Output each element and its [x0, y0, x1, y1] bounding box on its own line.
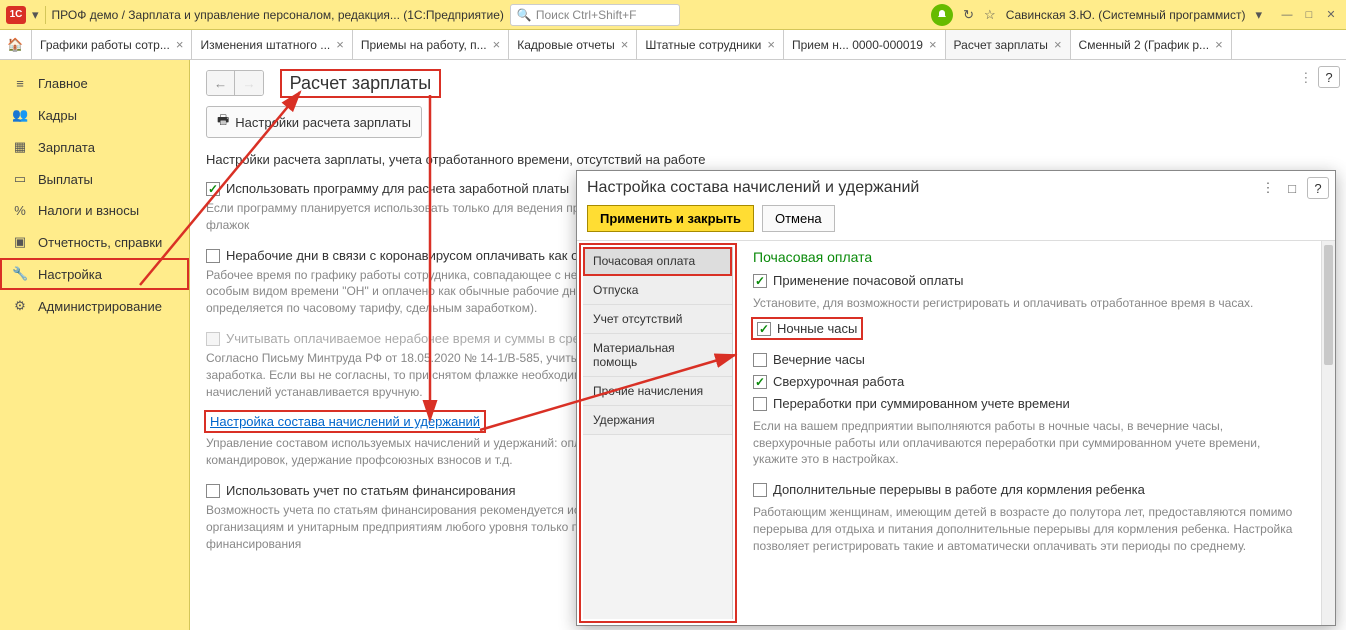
report-icon: ▣: [12, 234, 28, 250]
percent-icon: %: [12, 203, 28, 218]
app-title: ПРОФ демо / Зарплата и управление персон…: [52, 8, 504, 22]
apply-close-button[interactable]: Применить и закрыть: [587, 205, 754, 232]
section-description: Настройки расчета зарплаты, учета отрабо…: [206, 152, 1330, 167]
tab-close-icon[interactable]: ×: [336, 37, 344, 52]
help-text: Если на вашем предприятии выполняются ра…: [753, 418, 1293, 468]
sidebar-item-salary[interactable]: ▦Зарплата: [0, 131, 189, 163]
checkbox-overtime[interactable]: [753, 375, 767, 389]
menu-icon: ≡: [12, 76, 28, 91]
checkbox-night-hours[interactable]: [757, 322, 771, 336]
tab-close-icon[interactable]: ×: [176, 37, 184, 52]
maximize-button[interactable]: □: [1300, 7, 1318, 23]
sidebar: ≡Главное 👥Кадры ▦Зарплата ▭Выплаты %Нало…: [0, 60, 190, 630]
checkbox-feeding-breaks[interactable]: [753, 483, 767, 497]
star-icon[interactable]: ☆: [984, 7, 996, 23]
tab-0[interactable]: Графики работы сотр...×: [32, 30, 192, 59]
tab-5[interactable]: Прием н... 0000-000019×: [784, 30, 946, 59]
minimize-button[interactable]: —: [1278, 7, 1296, 23]
help-button-page[interactable]: ?: [1318, 66, 1340, 88]
sidebar-item-payments[interactable]: ▭Выплаты: [0, 163, 189, 195]
grid-icon: ▦: [12, 139, 28, 155]
modal-title: Настройка состава начислений и удержаний: [587, 179, 1251, 197]
checkbox-evening-hours[interactable]: [753, 353, 767, 367]
tab-close-icon[interactable]: ×: [929, 37, 937, 52]
wrench-icon: 🔧: [12, 266, 28, 282]
scrollbar-thumb[interactable]: [1324, 245, 1333, 365]
sidebar-item-reports[interactable]: ▣Отчетность, справки: [0, 226, 189, 258]
category-material-aid[interactable]: Материальная помощь: [583, 334, 732, 377]
tab-3[interactable]: Кадровые отчеты×: [509, 30, 637, 59]
checkbox-label: Применение почасовой оплаты: [773, 273, 964, 288]
checkbox-summarized-overtime[interactable]: [753, 397, 767, 411]
sidebar-item-settings[interactable]: 🔧Настройка: [0, 258, 189, 290]
settings-salary-button[interactable]: 🖶 Настройки расчета зарплаты: [206, 106, 422, 138]
category-absence[interactable]: Учет отсутствий: [583, 305, 732, 334]
forward-button[interactable]: →: [235, 71, 263, 95]
search-icon: 🔍: [517, 8, 532, 22]
scrollbar-vertical[interactable]: [1321, 241, 1335, 625]
checkbox-hourly-pay[interactable]: [753, 274, 767, 288]
checkbox-covid-days[interactable]: [206, 249, 220, 263]
tab-close-icon[interactable]: ×: [493, 37, 501, 52]
people-icon: 👥: [12, 107, 28, 123]
help-button-modal[interactable]: ?: [1307, 177, 1329, 199]
print-icon: 🖶: [217, 111, 229, 133]
checkbox-average-earnings: [206, 332, 220, 346]
checkbox-use-program[interactable]: [206, 182, 220, 196]
checkbox-label: Использовать учет по статьям финансирова…: [226, 483, 516, 498]
username[interactable]: Савинская З.Ю. (Системный программист): [1006, 8, 1246, 22]
tab-6[interactable]: Расчет зарплаты×: [946, 30, 1071, 59]
sidebar-item-personnel[interactable]: 👥Кадры: [0, 99, 189, 131]
logo-1c: 1C: [6, 6, 26, 24]
gear-icon: ⚙: [12, 298, 28, 314]
user-dropdown-icon[interactable]: ▾: [1255, 7, 1262, 23]
tab-1[interactable]: Изменения штатного ...×: [192, 30, 352, 59]
category-vacation[interactable]: Отпуска: [583, 276, 732, 305]
help-text: Установите, для возможности регистрирова…: [753, 295, 1293, 312]
tab-close-icon[interactable]: ×: [1215, 37, 1223, 52]
history-icon[interactable]: ↻: [963, 7, 974, 23]
category-heading: Почасовая оплата: [753, 249, 1321, 265]
category-hourly[interactable]: Почасовая оплата: [583, 247, 732, 276]
sidebar-item-admin[interactable]: ⚙Администрирование: [0, 290, 189, 322]
category-deductions[interactable]: Удержания: [583, 406, 732, 435]
sidebar-item-main[interactable]: ≡Главное: [0, 68, 189, 99]
search-placeholder: Поиск Ctrl+Shift+F: [536, 8, 637, 22]
home-tab[interactable]: 🏠: [0, 30, 32, 59]
tab-7[interactable]: Сменный 2 (График р...×: [1071, 30, 1232, 59]
link-accruals-settings[interactable]: Настройка состава начислений и удержаний: [210, 414, 480, 429]
checkbox-label: Вечерние часы: [773, 352, 865, 367]
checkbox-label: Сверхурочная работа: [773, 374, 904, 389]
nav-buttons: ← →: [206, 70, 264, 96]
back-button[interactable]: ←: [207, 71, 235, 95]
modal-more-icon[interactable]: ⋮: [1259, 179, 1277, 197]
close-button[interactable]: ✕: [1322, 7, 1340, 23]
bell-icon[interactable]: [931, 4, 953, 26]
checkbox-label: Ночные часы: [777, 321, 857, 336]
more-icon[interactable]: ⋮: [1299, 70, 1312, 86]
search-input[interactable]: 🔍 Поиск Ctrl+Shift+F: [510, 4, 680, 26]
modal-restore-icon[interactable]: □: [1283, 179, 1301, 197]
money-icon: ▭: [12, 171, 28, 187]
page-title: Расчет зарплаты: [282, 71, 440, 96]
help-text: Работающим женщинам, имеющим детей в воз…: [753, 504, 1293, 554]
modal-accruals-settings: Настройка состава начислений и удержаний…: [576, 170, 1336, 626]
checkbox-label: Переработки при суммированном учете врем…: [773, 396, 1070, 411]
checkbox-label: Использовать программу для расчета зараб…: [226, 181, 569, 196]
sidebar-item-taxes[interactable]: %Налоги и взносы: [0, 195, 189, 226]
checkbox-financing-articles[interactable]: [206, 484, 220, 498]
cancel-button[interactable]: Отмена: [762, 205, 835, 232]
tab-4[interactable]: Штатные сотрудники×: [637, 30, 784, 59]
tab-close-icon[interactable]: ×: [1054, 37, 1062, 52]
dropdown-icon[interactable]: ▾: [32, 7, 39, 23]
tab-2[interactable]: Приемы на работу, п...×: [353, 30, 509, 59]
tab-close-icon[interactable]: ×: [767, 37, 775, 52]
category-list: Почасовая оплата Отпуска Учет отсутствий…: [583, 247, 733, 619]
category-other-accruals[interactable]: Прочие начисления: [583, 377, 732, 406]
checkbox-label: Дополнительные перерывы в работе для кор…: [773, 482, 1145, 497]
tab-close-icon[interactable]: ×: [621, 37, 629, 52]
